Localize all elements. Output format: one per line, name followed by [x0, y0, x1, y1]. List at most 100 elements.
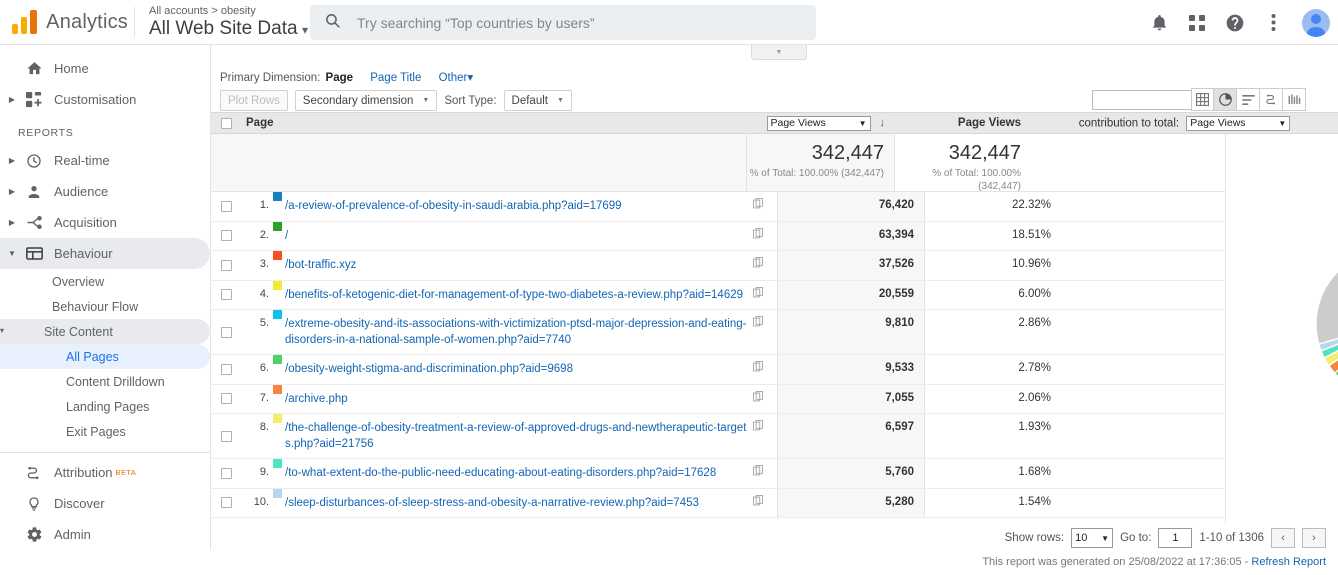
primary-dimension-active[interactable]: Page: [326, 72, 354, 84]
sidebar-item-exit-pages[interactable]: Exit Pages: [0, 419, 210, 444]
property-name: All Web Site Data: [149, 18, 298, 39]
page-url-link[interactable]: /bot-traffic.xyz: [285, 259, 356, 271]
account-selector[interactable]: All accounts > obesity All Web Site Data…: [149, 5, 308, 40]
bar-view-icon[interactable]: [1237, 88, 1260, 111]
prev-page-button[interactable]: ‹: [1271, 528, 1295, 548]
sidebar-item-all-pages[interactable]: All Pages: [0, 344, 210, 369]
sidebar-item-attribution[interactable]: Attribution BETA: [0, 457, 210, 488]
apps-grid-icon[interactable]: [1184, 10, 1210, 36]
sidebar-item-realtime[interactable]: ▶ Real-time: [0, 145, 210, 176]
bell-icon[interactable]: [1146, 10, 1172, 36]
sidebar-section-reports: REPORTS: [0, 115, 210, 145]
goto-input[interactable]: 1: [1158, 528, 1192, 548]
row-checkbox[interactable]: [221, 364, 232, 375]
analytics-logo[interactable]: Analytics: [0, 10, 128, 34]
sidebar-item-home[interactable]: Home: [0, 53, 210, 84]
contribution-pie-chart[interactable]: 22.3%18.5%11%6%29.4%: [1246, 234, 1338, 419]
primary-dimension-page-title[interactable]: Page Title: [370, 72, 421, 84]
sort-descending-icon[interactable]: ↓: [880, 117, 886, 129]
table-view-icon[interactable]: [1191, 88, 1214, 111]
open-page-icon[interactable]: [747, 414, 769, 431]
sidebar-item-audience[interactable]: ▶ Audience: [0, 176, 210, 207]
comparison-view-icon[interactable]: [1283, 88, 1306, 111]
table-body: 1./a-review-of-prevalence-of-obesity-in-…: [211, 192, 1338, 518]
row-page-views: 6,597: [777, 414, 925, 458]
open-page-icon[interactable]: [747, 222, 769, 239]
open-page-icon[interactable]: [747, 310, 769, 327]
sort-type-button[interactable]: Default ▼: [504, 90, 572, 111]
open-page-icon[interactable]: [747, 355, 769, 372]
next-page-button[interactable]: ›: [1302, 528, 1326, 548]
select-all-checkbox-cell: [211, 118, 241, 129]
sidebar-item-customisation[interactable]: ▶ Customisation: [0, 84, 210, 115]
table-header-row: Page Page Views ▼ ↓ Page Views contribut…: [211, 112, 1338, 134]
sidebar-item-behaviour[interactable]: ▼ Behaviour: [0, 238, 210, 269]
row-page-cell: /archive.php: [285, 385, 747, 414]
row-page-views: 63,394: [777, 222, 925, 251]
row-page-views: 20,559: [777, 281, 925, 310]
metric-select-dropdown[interactable]: Page Views ▼: [767, 116, 871, 131]
page-url-link[interactable]: /benefits-of-ketogenic-diet-for-manageme…: [285, 289, 743, 301]
row-checkbox[interactable]: [221, 468, 232, 479]
more-vert-icon[interactable]: [1260, 10, 1286, 36]
open-page-icon[interactable]: [747, 281, 769, 298]
row-checkbox[interactable]: [221, 327, 232, 338]
collapse-panel-button[interactable]: [751, 45, 807, 60]
page-url-link[interactable]: /obesity-weight-stigma-and-discriminatio…: [285, 363, 573, 375]
open-page-icon[interactable]: [747, 385, 769, 402]
column-header-page-views[interactable]: Page Views: [895, 117, 1031, 129]
open-page-icon[interactable]: [747, 459, 769, 476]
global-search[interactable]: [310, 5, 816, 40]
row-color-swatch-cell: [269, 385, 285, 394]
sidebar-item-admin[interactable]: Admin: [0, 519, 210, 550]
sidebar-item-discover[interactable]: Discover: [0, 488, 210, 519]
select-all-checkbox[interactable]: [221, 118, 232, 129]
table-row: 6./obesity-weight-stigma-and-discriminat…: [211, 355, 1338, 385]
help-icon[interactable]: [1222, 10, 1248, 36]
row-checkbox[interactable]: [221, 431, 232, 442]
refresh-report-link[interactable]: Refresh Report: [1251, 556, 1326, 568]
sidebar-item-content-drilldown[interactable]: Content Drilldown: [0, 369, 210, 394]
column-header-page[interactable]: Page: [241, 117, 747, 129]
row-checkbox[interactable]: [221, 289, 232, 300]
page-url-link[interactable]: /a-review-of-prevalence-of-obesity-in-sa…: [285, 200, 622, 212]
page-url-link[interactable]: /: [285, 230, 288, 242]
row-color-swatch-cell: [269, 310, 285, 319]
page-url-link[interactable]: /the-challenge-of-obesity-treatment-a-re…: [285, 422, 747, 450]
contribution-dropdown[interactable]: Page Views ▼: [1186, 116, 1290, 131]
row-index: 7.: [241, 385, 269, 404]
sidebar-item-overview[interactable]: Overview: [0, 269, 210, 294]
row-checkbox[interactable]: [221, 230, 232, 241]
secondary-dimension-button[interactable]: Secondary dimension ▼: [295, 90, 438, 111]
show-rows-select[interactable]: 10 ▼: [1071, 528, 1113, 548]
row-color-swatch-cell: [269, 489, 285, 498]
plot-rows-button[interactable]: Plot Rows: [220, 90, 288, 111]
page-url-link[interactable]: /sleep-disturbances-of-sleep-stress-and-…: [285, 497, 699, 509]
sidebar-item-site-content[interactable]: Site Content: [0, 319, 210, 344]
row-checkbox[interactable]: [221, 393, 232, 404]
avatar[interactable]: [1302, 9, 1330, 37]
totals-row: 342,447 % of Total: 100.00% (342,447) 34…: [211, 134, 1338, 192]
sidebar-item-acquisition[interactable]: ▶ Acquisition: [0, 207, 210, 238]
sidebar-item-landing-pages[interactable]: Landing Pages: [0, 394, 210, 419]
primary-dimension-other[interactable]: Other▾: [439, 72, 474, 84]
page-url-link[interactable]: /to-what-extent-do-the-public-need-educa…: [285, 467, 716, 479]
open-page-icon[interactable]: [747, 251, 769, 268]
open-page-icon[interactable]: [747, 489, 769, 506]
page-url-link[interactable]: /archive.php: [285, 393, 348, 405]
row-checkbox[interactable]: [221, 201, 232, 212]
customisation-icon: [20, 92, 48, 108]
pie-view-icon[interactable]: [1214, 88, 1237, 111]
row-checkbox[interactable]: [221, 497, 232, 508]
page-url-link[interactable]: /extreme-obesity-and-its-associations-wi…: [285, 318, 746, 346]
sidebar-divider: [0, 452, 210, 453]
expand-arrow-icon: ▶: [4, 95, 20, 104]
row-checkbox[interactable]: [221, 260, 232, 271]
sort-type-label: Sort Type:: [444, 95, 496, 107]
pie-slice[interactable]: [1316, 250, 1338, 344]
search-input[interactable]: [355, 14, 802, 32]
pivot-view-icon[interactable]: [1260, 88, 1283, 111]
open-page-icon[interactable]: [747, 192, 769, 209]
sidebar-item-behaviour-flow[interactable]: Behaviour Flow: [0, 294, 210, 319]
row-checkbox-cell: [211, 385, 241, 414]
